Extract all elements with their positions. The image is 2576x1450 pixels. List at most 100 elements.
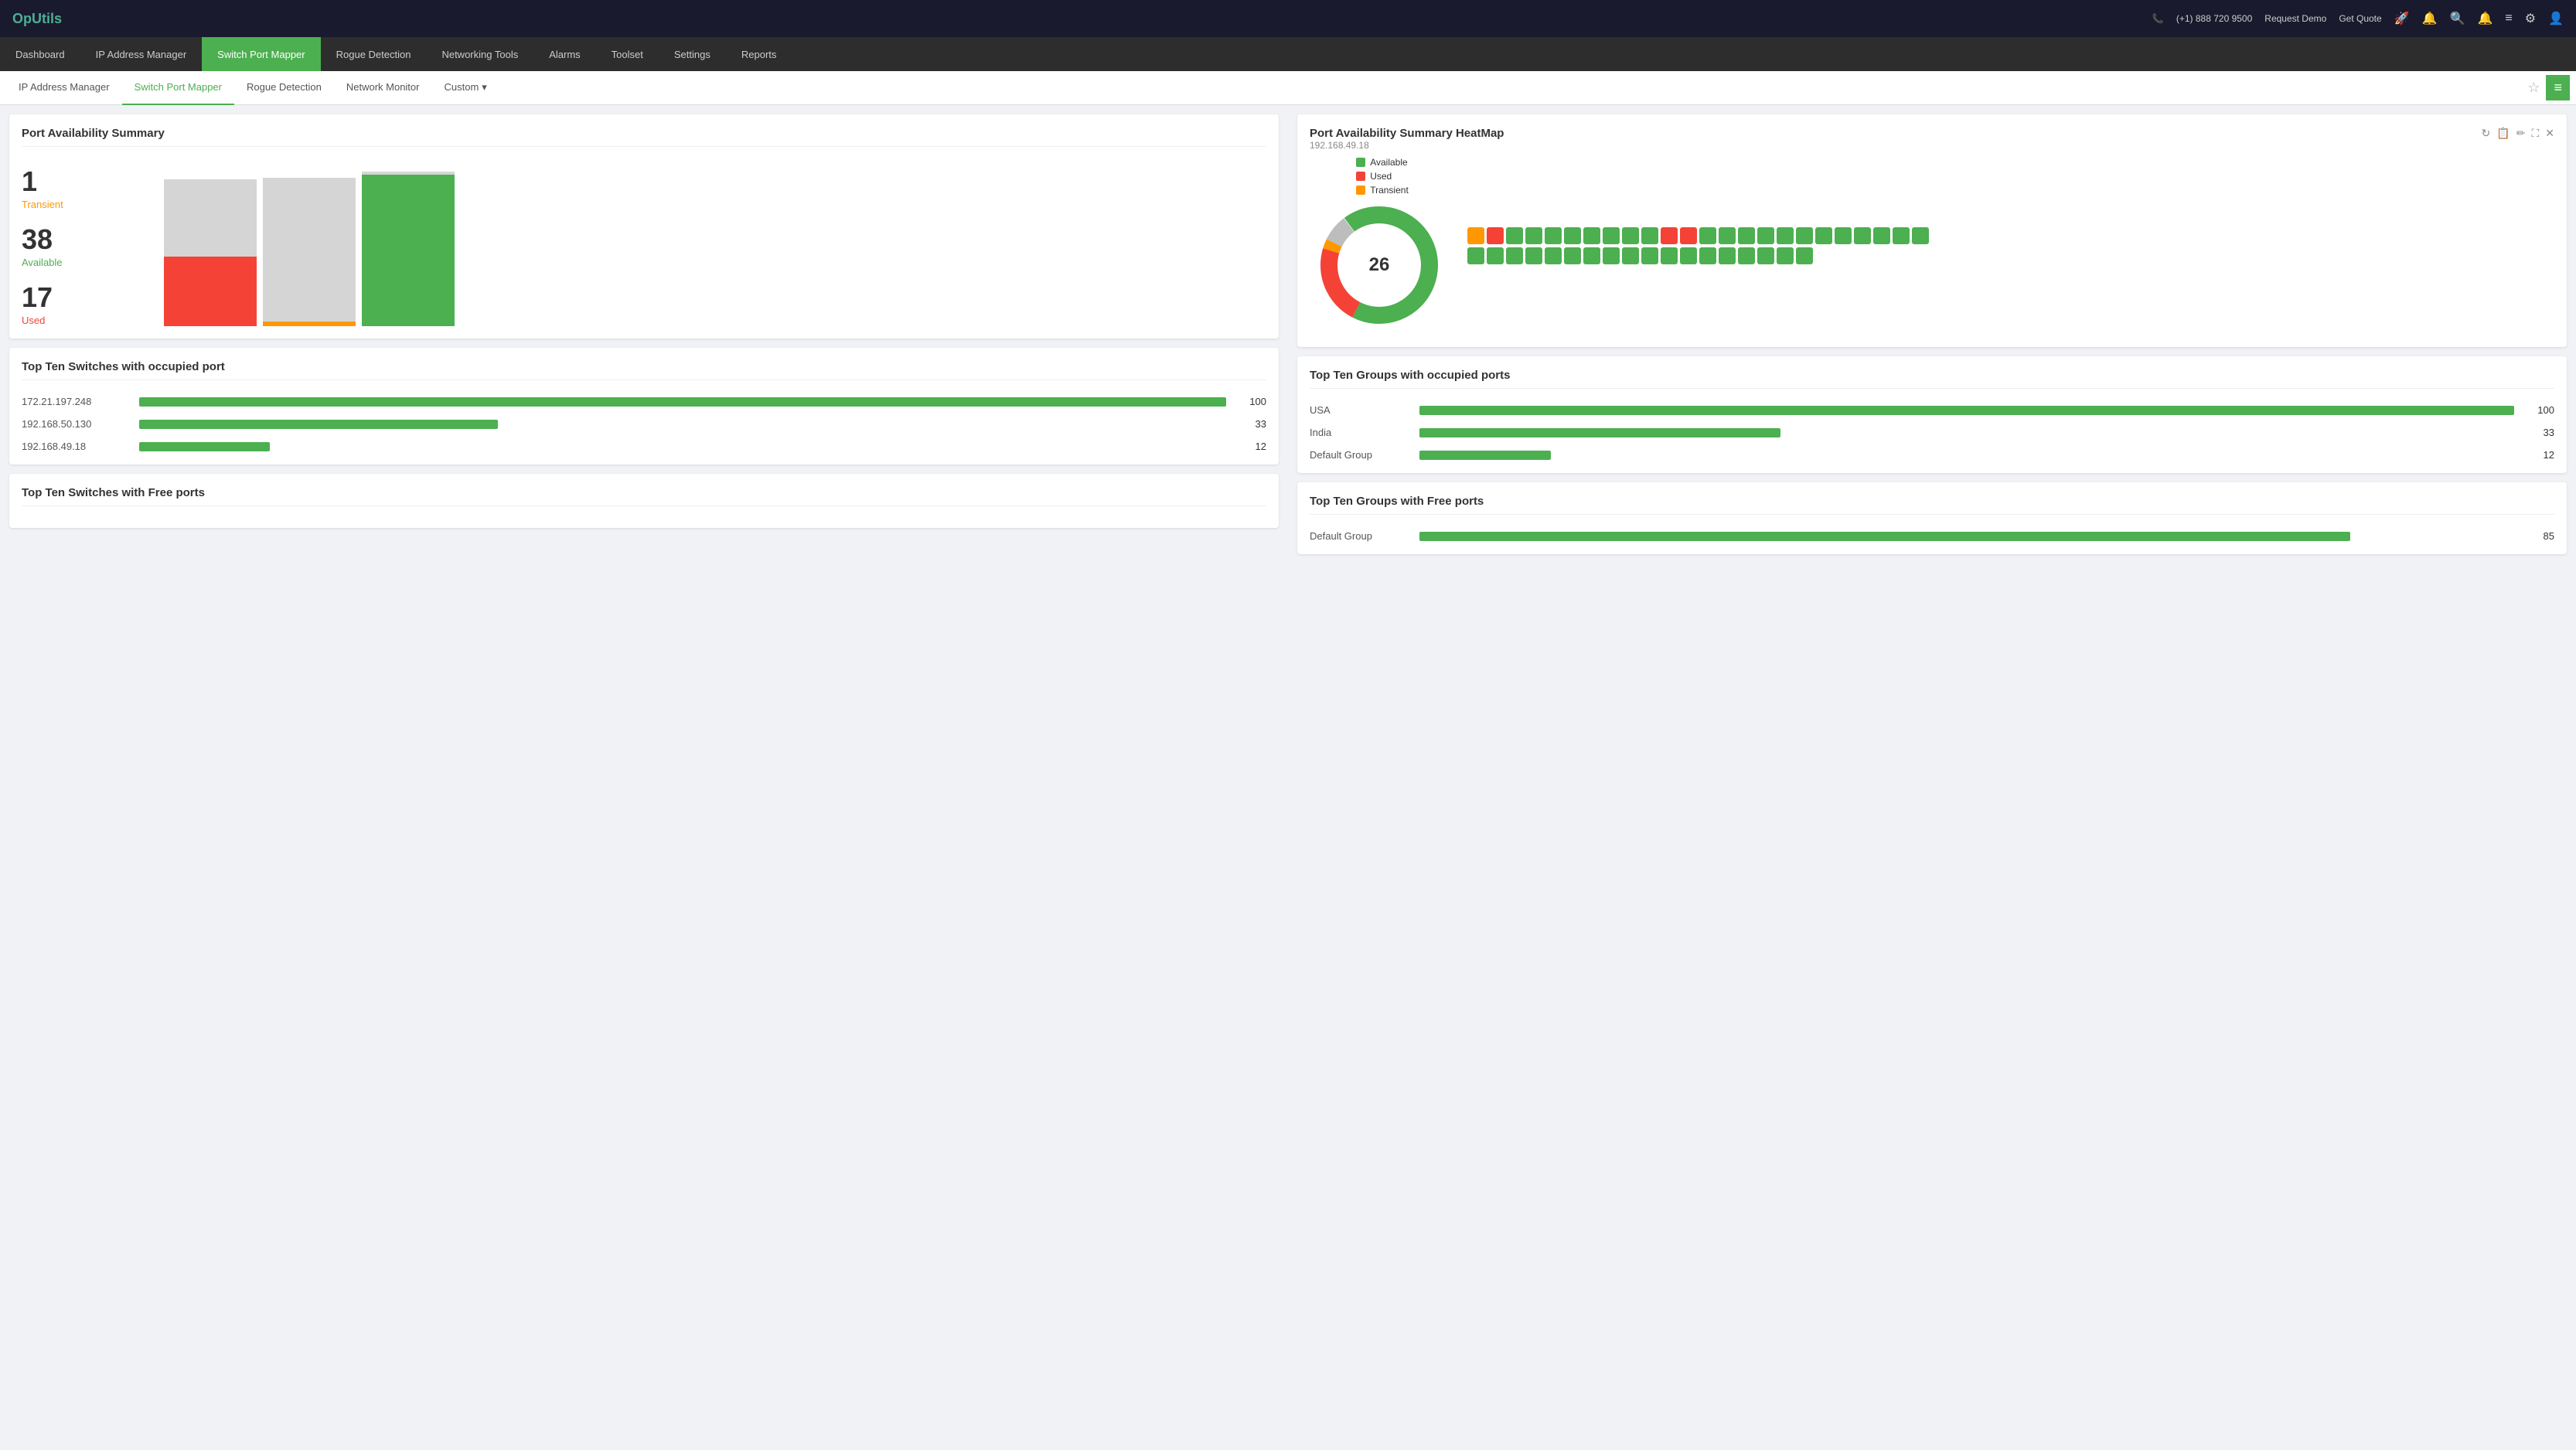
nav-networking-tools[interactable]: Networking Tools [426, 37, 533, 71]
port-summary-body: 1 Transient 38 Available 17 Used [22, 156, 1266, 326]
cell-1-7[interactable] [1583, 227, 1600, 244]
available-stat: 38 Available [22, 226, 145, 268]
donut-section: Available Used Transient [1310, 157, 1449, 335]
available-label: Available [22, 257, 145, 268]
cell-1-23[interactable] [1893, 227, 1910, 244]
cell-1-2[interactable] [1487, 227, 1504, 244]
cell-2-10[interactable] [1641, 247, 1658, 264]
group-free-bar-wrap-default [1419, 532, 2514, 541]
switch-bar-1 [139, 397, 1226, 407]
cell-1-6[interactable] [1564, 227, 1581, 244]
switch-bar-wrap-1 [139, 397, 1226, 407]
cell-1-13[interactable] [1699, 227, 1716, 244]
nav-reports[interactable]: Reports [726, 37, 792, 71]
nav-dashboard[interactable]: Dashboard [0, 37, 80, 71]
subnav-network-monitor[interactable]: Network Monitor [334, 71, 432, 105]
bar-1-red [164, 257, 257, 326]
cell-1-14[interactable] [1719, 227, 1736, 244]
cell-1-11[interactable] [1661, 227, 1678, 244]
legend-dot-transient [1356, 186, 1365, 195]
topbar-right: 📞 (+1) 888 720 9500 Request Demo Get Quo… [2152, 11, 2564, 26]
custom-label: Custom [444, 81, 479, 93]
cell-1-3[interactable] [1506, 227, 1523, 244]
cell-2-5[interactable] [1545, 247, 1562, 264]
cell-1-16[interactable] [1757, 227, 1774, 244]
get-quote-link[interactable]: Get Quote [2339, 13, 2381, 24]
cell-2-6[interactable] [1564, 247, 1581, 264]
nav-ip-address-manager[interactable]: IP Address Manager [80, 37, 203, 71]
cell-2-15[interactable] [1738, 247, 1755, 264]
nav-settings[interactable]: Settings [659, 37, 726, 71]
nav-rogue-detection[interactable]: Rogue Detection [321, 37, 427, 71]
cell-1-1[interactable] [1467, 227, 1484, 244]
cell-1-20[interactable] [1835, 227, 1852, 244]
cell-2-1[interactable] [1467, 247, 1484, 264]
cell-2-13[interactable] [1699, 247, 1716, 264]
phone-icon: 📞 [2152, 13, 2164, 24]
switch-row-3: 192.168.49.18 12 [22, 441, 1266, 452]
cell-2-16[interactable] [1757, 247, 1774, 264]
nav-alarms[interactable]: Alarms [533, 37, 595, 71]
cell-2-8[interactable] [1603, 247, 1620, 264]
cell-2-7[interactable] [1583, 247, 1600, 264]
subnav-switch-port-mapper[interactable]: Switch Port Mapper [122, 71, 234, 105]
donut-chart: 26 [1310, 196, 1449, 335]
cell-2-17[interactable] [1777, 247, 1794, 264]
cell-1-17[interactable] [1777, 227, 1794, 244]
cell-2-12[interactable] [1680, 247, 1697, 264]
cell-1-10[interactable] [1641, 227, 1658, 244]
heatmap-subtitle: 192.168.49.18 [1310, 140, 1504, 151]
refresh-icon[interactable]: ↻ [2482, 127, 2491, 140]
cell-2-3[interactable] [1506, 247, 1523, 264]
menu-icon[interactable]: ≡ [2546, 75, 2570, 100]
favorite-star[interactable]: ☆ [2521, 80, 2546, 96]
close-icon[interactable]: ✕ [2545, 127, 2554, 140]
cell-2-9[interactable] [1622, 247, 1639, 264]
search-icon[interactable]: 🔍 [2450, 11, 2465, 26]
group-free-bar-default [1419, 532, 2350, 541]
subnav-rogue-detection[interactable]: Rogue Detection [234, 71, 334, 105]
transient-stat: 1 Transient [22, 168, 145, 210]
expand-icon[interactable]: ⛶ [2531, 127, 2539, 140]
chevron-down-icon: ▾ [482, 81, 487, 94]
nav-toolset[interactable]: Toolset [596, 37, 659, 71]
heatmap-card: Port Availability Summary HeatMap 192.16… [1297, 114, 2567, 347]
heatmap-title-block: Port Availability Summary HeatMap 192.16… [1310, 127, 1504, 151]
cell-1-19[interactable] [1815, 227, 1832, 244]
bell-icon[interactable]: 🔔 [2422, 11, 2438, 26]
subnav-custom[interactable]: Custom ▾ [431, 71, 499, 105]
cell-1-21[interactable] [1854, 227, 1871, 244]
cell-1-12[interactable] [1680, 227, 1697, 244]
cell-2-14[interactable] [1719, 247, 1736, 264]
settings-icon[interactable]: ⚙ [2525, 11, 2536, 26]
subnav-ip-address-manager[interactable]: IP Address Manager [6, 71, 122, 105]
cell-2-11[interactable] [1661, 247, 1678, 264]
cell-1-18[interactable] [1796, 227, 1813, 244]
heatmap-actions: ↻ 📋 ✏ ⛶ ✕ [2482, 127, 2554, 140]
switch-val-3: 12 [1235, 441, 1266, 452]
cell-1-22[interactable] [1873, 227, 1890, 244]
cell-2-4[interactable] [1525, 247, 1542, 264]
cell-2-2[interactable] [1487, 247, 1504, 264]
cell-1-4[interactable] [1525, 227, 1542, 244]
nav-switch-port-mapper[interactable]: Switch Port Mapper [202, 37, 320, 71]
request-demo-link[interactable]: Request Demo [2264, 13, 2326, 24]
cell-1-5[interactable] [1545, 227, 1562, 244]
cell-2-18[interactable] [1796, 247, 1813, 264]
group-bar-india [1419, 428, 1780, 437]
group-bar-wrap-usa [1419, 406, 2514, 415]
group-bar-wrap-india [1419, 428, 2514, 437]
alert-icon[interactable]: 🔔 [2477, 11, 2493, 26]
group-bar-default [1419, 451, 1551, 460]
used-count: 17 [22, 284, 145, 311]
bars-icon[interactable]: ≡ [2505, 12, 2512, 26]
bar-2-gray [263, 178, 356, 322]
copy-icon[interactable]: 📋 [2496, 127, 2510, 140]
cell-1-24[interactable] [1912, 227, 1929, 244]
user-icon[interactable]: 👤 [2548, 11, 2564, 26]
edit-icon[interactable]: ✏ [2516, 127, 2526, 140]
cell-1-8[interactable] [1603, 227, 1620, 244]
cell-1-9[interactable] [1622, 227, 1639, 244]
cell-1-15[interactable] [1738, 227, 1755, 244]
top-switches-occupied-card: Top Ten Switches with occupied port 172.… [9, 348, 1279, 465]
